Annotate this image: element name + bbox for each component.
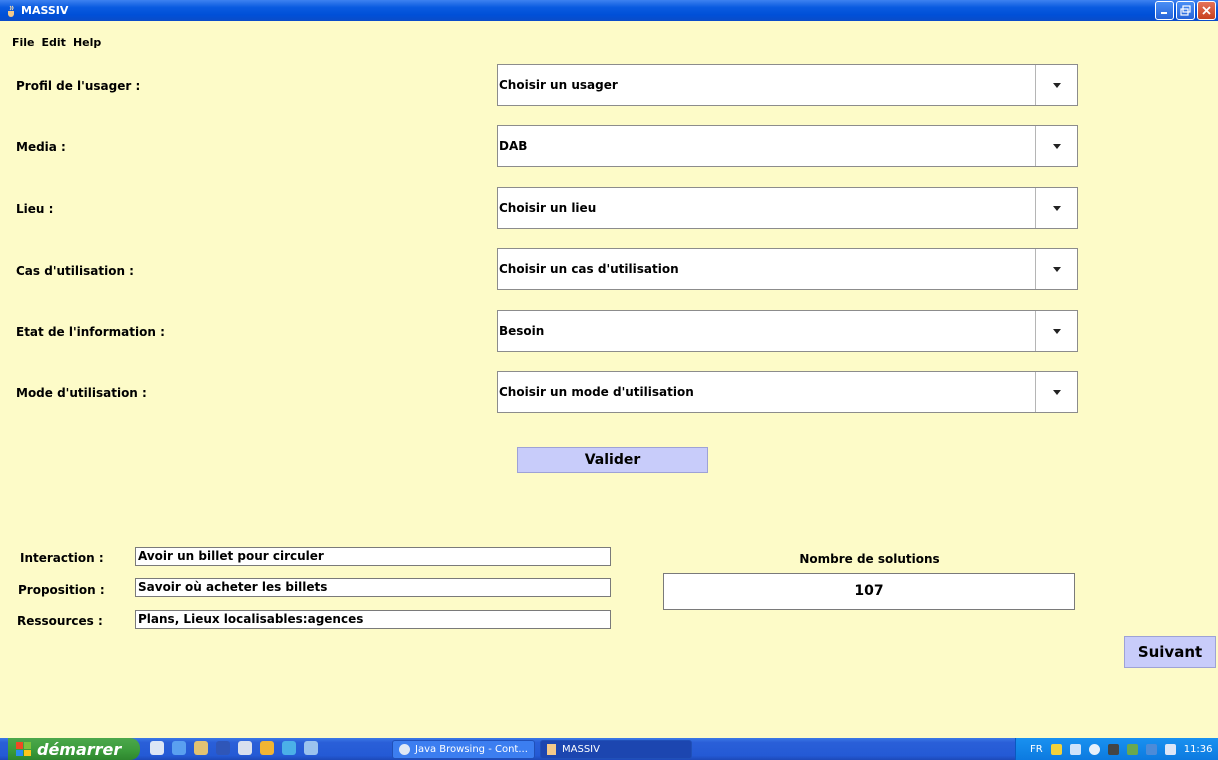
combo-value: Choisir un cas d'utilisation — [499, 262, 679, 276]
user-profile-label: Profil de l'usager : — [16, 79, 141, 93]
task-label: MASSIV — [562, 744, 600, 755]
chevron-down-icon — [1052, 328, 1061, 334]
app-window: MASSIV File Edit Help Profil de l'usager… — [0, 0, 1218, 760]
messenger-icon[interactable] — [260, 741, 274, 755]
media-icon[interactable] — [304, 741, 318, 755]
task-massiv[interactable]: MASSIV — [540, 740, 692, 759]
start-label: démarrer — [37, 739, 122, 759]
chevron-down-icon — [1052, 389, 1061, 395]
mail-icon[interactable] — [1164, 743, 1176, 755]
chevron-down-icon — [1052, 82, 1061, 88]
combo-value: Choisir un mode d'utilisation — [499, 385, 694, 399]
combo-value: Choisir un usager — [499, 78, 618, 92]
dropdown-button[interactable] — [1035, 188, 1077, 228]
task-label: Java Browsing - Cont... — [415, 744, 528, 755]
proposition-label: Proposition : — [18, 583, 105, 597]
dropdown-button[interactable] — [1035, 249, 1077, 289]
menu-edit[interactable]: Edit — [42, 36, 66, 49]
start-button[interactable]: démarrer — [8, 738, 140, 760]
use-case-label: Cas d'utilisation : — [16, 264, 134, 278]
info-state-label: Etat de l'information : — [16, 325, 165, 339]
windows-flag-icon — [16, 742, 31, 756]
combo-value: Choisir un lieu — [499, 201, 597, 215]
media-combo[interactable]: DAB — [497, 125, 1078, 167]
resources-label: Ressources : — [17, 614, 103, 628]
browser-icon — [399, 744, 410, 755]
solutions-title: Nombre de solutions — [799, 552, 940, 566]
window-controls — [1155, 1, 1216, 20]
proposition-field[interactable]: Savoir où acheter les billets — [135, 578, 611, 597]
menu-file[interactable]: File — [12, 36, 35, 49]
next-button[interactable]: Suivant — [1124, 636, 1216, 668]
info-state-combo[interactable]: Besoin — [497, 310, 1078, 352]
solutions-count: 107 — [663, 573, 1075, 610]
internet-explorer-icon[interactable] — [172, 741, 186, 755]
language-indicator[interactable]: FR — [1030, 744, 1043, 755]
help-icon[interactable] — [1050, 743, 1062, 755]
quick-launch — [150, 741, 318, 755]
java-cup-icon — [8, 5, 14, 17]
menu-help[interactable]: Help — [73, 36, 101, 49]
clock: 11:36 — [1183, 743, 1213, 755]
menu-bar: File Edit Help — [0, 32, 101, 52]
place-combo[interactable]: Choisir un lieu — [497, 187, 1078, 229]
taskbar: démarrer Java Browsing - Cont... MASSIV … — [0, 738, 1218, 760]
antivirus-icon[interactable] — [1126, 743, 1138, 755]
close-button[interactable] — [1197, 1, 1216, 20]
tray-app-icon[interactable] — [1145, 743, 1157, 755]
use-case-combo[interactable]: Choisir un cas d'utilisation — [497, 248, 1078, 290]
dropdown-button[interactable] — [1035, 65, 1077, 105]
interaction-label: Interaction : — [20, 551, 104, 565]
task-java-browsing[interactable]: Java Browsing - Cont... — [392, 740, 535, 759]
window-title: MASSIV — [21, 4, 69, 17]
resources-field[interactable]: Plans, Lieux localisables:agences — [135, 610, 611, 629]
dropdown-button[interactable] — [1035, 126, 1077, 166]
cat-icon[interactable] — [1107, 743, 1119, 755]
desktop-icon[interactable] — [150, 741, 164, 755]
usage-mode-combo[interactable]: Choisir un mode d'utilisation — [497, 371, 1078, 413]
folder-icon[interactable] — [194, 741, 208, 755]
word-icon[interactable] — [216, 741, 230, 755]
usage-mode-label: Mode d'utilisation : — [16, 386, 147, 400]
back-icon[interactable] — [1088, 743, 1100, 755]
chevron-down-icon — [1052, 266, 1061, 272]
place-label: Lieu : — [16, 202, 54, 216]
refresh-icon[interactable] — [282, 741, 296, 755]
title-bar[interactable]: MASSIV — [0, 0, 1218, 21]
minimize-button[interactable] — [1155, 1, 1174, 20]
system-tray: FR 11:36 — [1015, 738, 1218, 760]
app-icon[interactable] — [238, 741, 252, 755]
restore-icon — [1180, 5, 1191, 16]
combo-value: DAB — [499, 139, 528, 153]
chevron-down-icon — [1052, 143, 1061, 149]
interaction-field[interactable]: Avoir un billet pour circuler — [135, 547, 611, 566]
validate-button[interactable]: Valider — [517, 447, 708, 473]
network-icon[interactable] — [1069, 743, 1081, 755]
media-label: Media : — [16, 140, 66, 154]
combo-value: Besoin — [499, 324, 545, 338]
close-icon — [1202, 6, 1211, 15]
chevron-down-icon — [1052, 205, 1061, 211]
minimize-icon — [1161, 12, 1167, 14]
dropdown-button[interactable] — [1035, 372, 1077, 412]
maximize-button[interactable] — [1176, 1, 1195, 20]
user-profile-combo[interactable]: Choisir un usager — [497, 64, 1078, 106]
dropdown-button[interactable] — [1035, 311, 1077, 351]
java-cup-icon — [547, 744, 556, 755]
